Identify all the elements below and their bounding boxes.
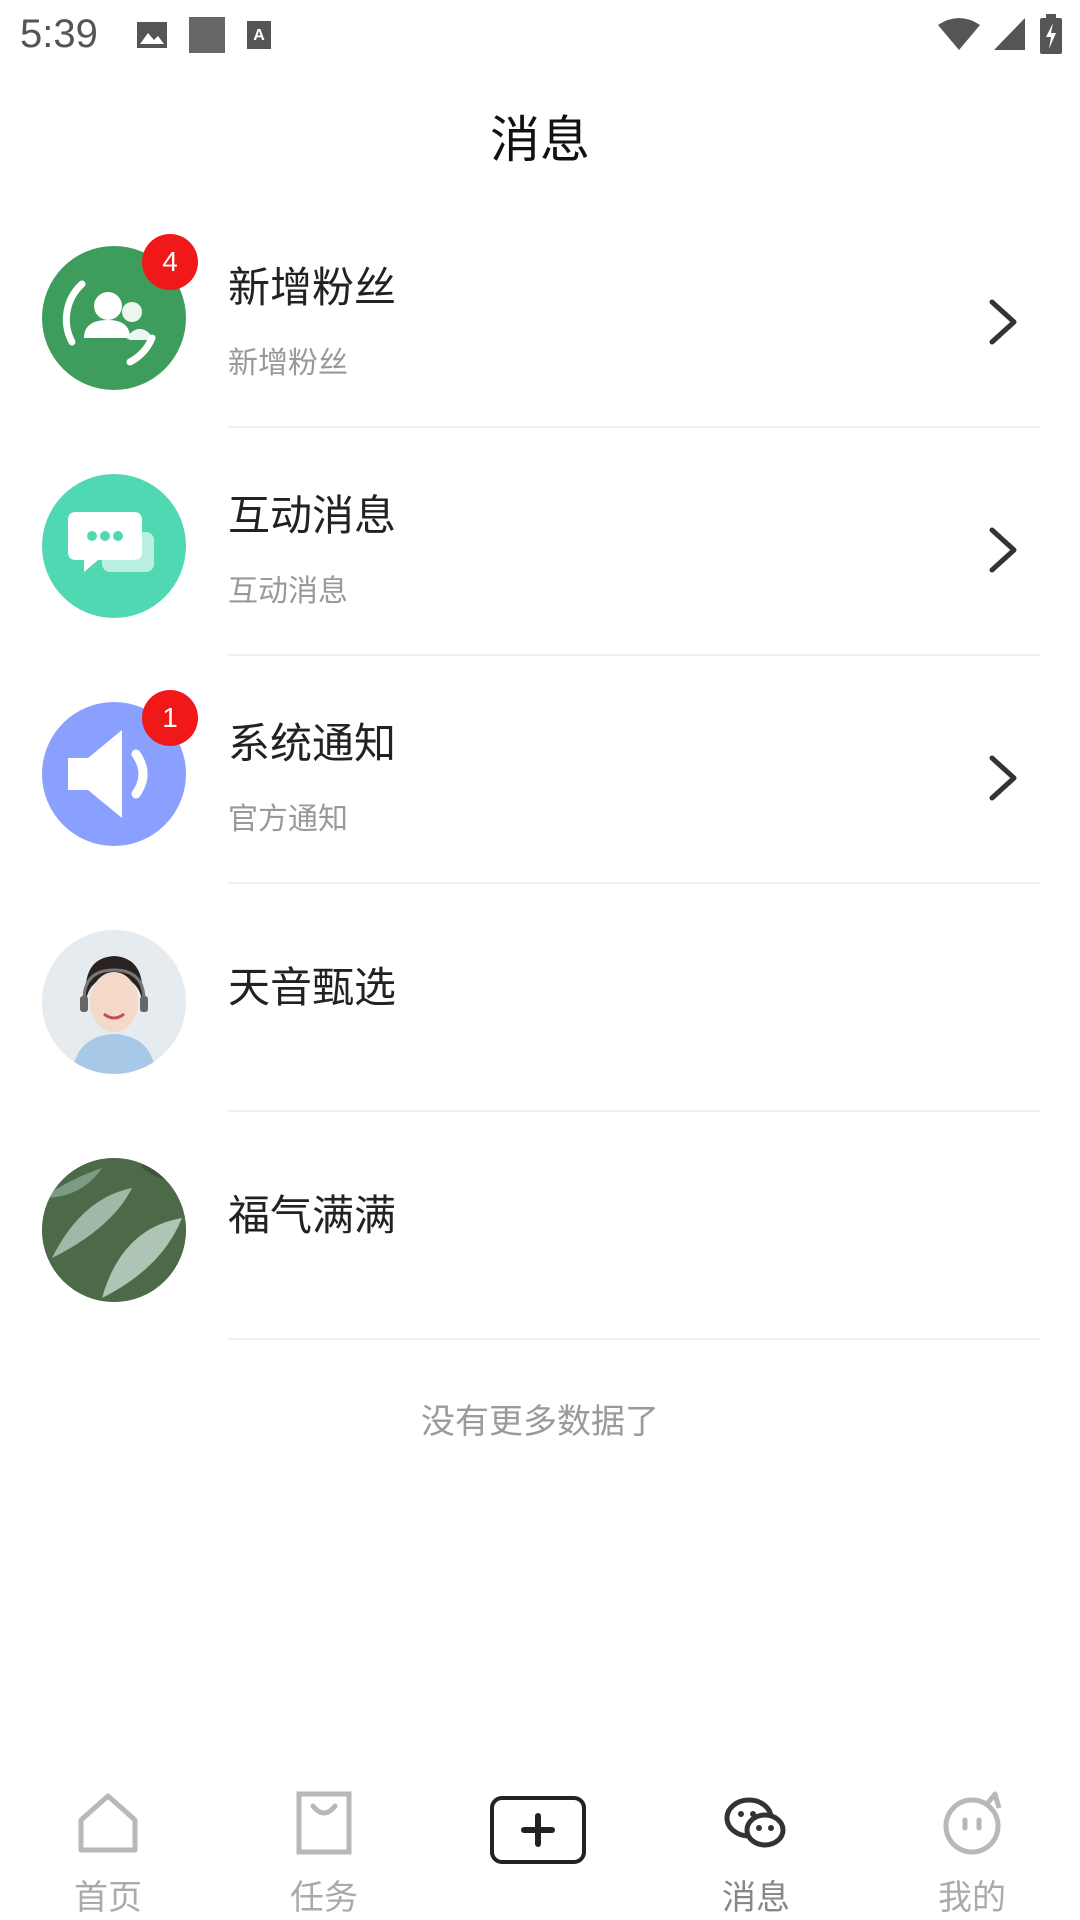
unread-badge: 4 [142,234,198,290]
chat-bubble-icon [68,512,154,572]
status-time: 5:39 [20,12,98,56]
home-icon [78,1793,138,1853]
item-subtitle: 新增粉丝 [228,346,348,381]
page-title: 消息 [490,111,590,169]
list-item-system-notice[interactable]: 1 系统通知 官方通知 [0,656,1080,884]
svg-text:A: A [253,27,265,44]
chevron-right-icon [989,299,1017,345]
unread-badge: 1 [142,690,198,746]
nav-label: 消息 [722,1878,790,1918]
font-a-icon: A [247,21,271,49]
nav-label: 我的 [938,1878,1006,1918]
wifi-icon [938,18,980,50]
chevron-right-icon [989,755,1017,801]
gallery-icon [137,22,167,48]
messages-icon [724,1797,786,1848]
bottom-nav: 首页 任务 消息 我的 [0,1764,1080,1920]
item-title: 福气满满 [228,1191,397,1240]
avatar: 4 [42,234,198,390]
nav-label: 首页 [74,1878,142,1918]
divider [228,1338,1040,1340]
plus-icon [490,1796,586,1864]
avatar [42,474,186,618]
system-icons [938,14,1062,54]
bag-icon [296,1791,352,1855]
nav-messages[interactable]: 消息 [648,1764,864,1920]
item-title: 新增粉丝 [228,263,397,312]
list-item-new-fans[interactable]: 4 新增粉丝 新增粉丝 [0,200,1080,428]
plant-avatar-icon [42,1158,186,1302]
list-item-chat-fuqi[interactable]: 福气满满 [0,1112,1080,1340]
avatar [42,930,186,1074]
nav-publish[interactable] [432,1764,648,1920]
support-agent-avatar-icon [42,930,186,1074]
list-item-chat-tianyin[interactable]: 天音甄选 [0,884,1080,1112]
battery-icon [1040,14,1062,54]
nav-profile[interactable]: 我的 [864,1764,1080,1920]
item-title: 天音甄选 [228,963,397,1012]
item-subtitle: 官方通知 [228,802,348,837]
signal-icon [994,18,1025,50]
notification-icons: A [136,16,272,54]
list-end-text: 没有更多数据了 [421,1402,659,1442]
profile-face-icon [943,1791,1002,1855]
message-list: 4 新增粉丝 新增粉丝 互动消息 互动消息 1 系统通知 官方通知 天音甄选 福… [0,200,1080,1340]
nav-label: 任务 [290,1878,358,1918]
chevron-right-icon [989,527,1017,573]
list-item-interactions[interactable]: 互动消息 互动消息 [0,428,1080,656]
nav-tasks[interactable]: 任务 [216,1764,432,1920]
square-icon [189,17,225,53]
status-bar: 5:39 A [0,0,1080,72]
item-title: 系统通知 [228,719,397,768]
item-subtitle: 互动消息 [228,574,348,609]
avatar [42,1158,186,1302]
item-title: 互动消息 [228,491,397,540]
avatar: 1 [42,690,198,846]
nav-home[interactable]: 首页 [0,1764,216,1920]
